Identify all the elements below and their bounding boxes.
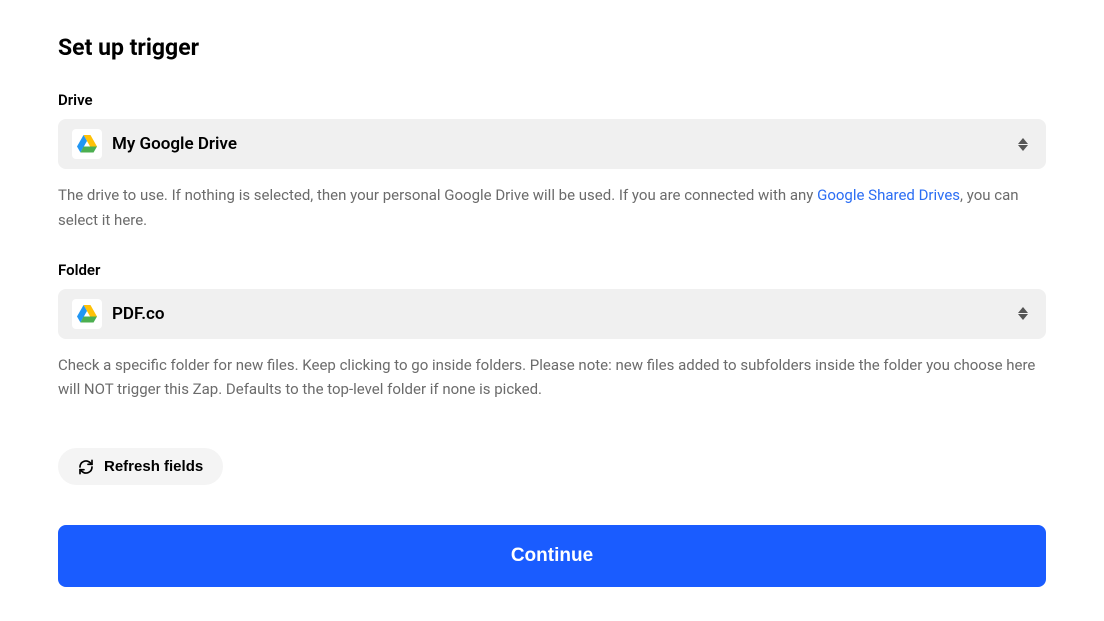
google-drive-icon (72, 299, 102, 329)
refresh-fields-label: Refresh fields (104, 458, 203, 475)
sort-icon (1018, 138, 1028, 151)
continue-button[interactable]: Continue (58, 525, 1046, 587)
drive-select[interactable]: My Google Drive (58, 119, 1046, 169)
shared-drives-link[interactable]: Google Shared Drives (817, 186, 960, 204)
sort-icon (1018, 307, 1028, 320)
drive-help-text: The drive to use. If nothing is selected… (58, 183, 1046, 233)
drive-select-value: My Google Drive (112, 134, 1018, 154)
drive-help-prefix: The drive to use. If nothing is selected… (58, 186, 817, 204)
folder-help-text: Check a specific folder for new files. K… (58, 353, 1046, 403)
refresh-icon (78, 459, 94, 475)
folder-label: Folder (58, 261, 1046, 279)
folder-select-value: PDF.co (112, 304, 1018, 324)
page-title: Set up trigger (58, 34, 1046, 61)
drive-label: Drive (58, 91, 1046, 109)
refresh-fields-button[interactable]: Refresh fields (58, 448, 223, 485)
folder-select[interactable]: PDF.co (58, 289, 1046, 339)
google-drive-icon (72, 129, 102, 159)
folder-field-group: Folder PDF.co Check a specific folder fo… (58, 261, 1046, 403)
drive-field-group: Drive My Google Drive The drive to use. … (58, 91, 1046, 233)
